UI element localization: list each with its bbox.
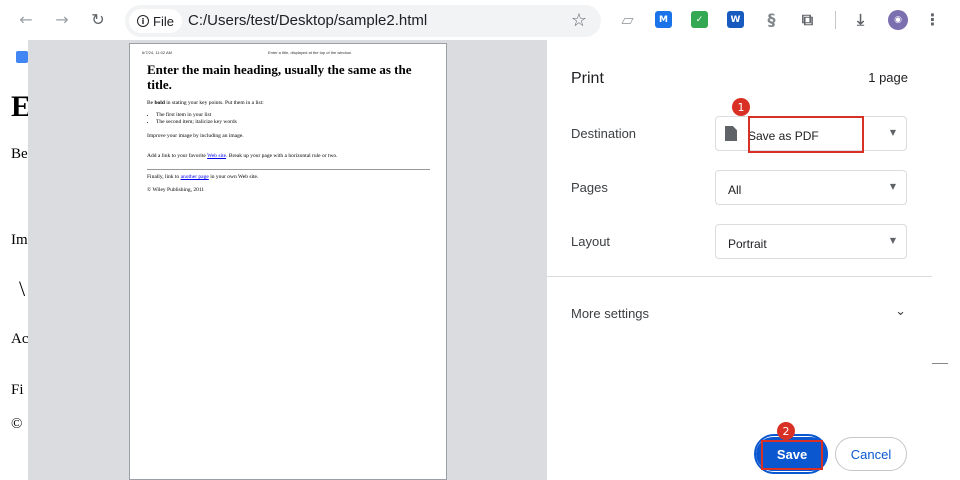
puzzle-extension-icon[interactable]: ⧉: [799, 10, 816, 29]
bg-text-fragment: Be: [11, 146, 28, 162]
chevron-down-icon: ▼: [889, 128, 896, 137]
back-button[interactable]: ←: [14, 8, 38, 32]
preview-paragraph: Be bold in stating your key points. Put …: [147, 100, 264, 106]
bg-text-fragment: ©: [11, 416, 23, 432]
preview-header-date: 6/7/24, 11:02 AM: [142, 50, 172, 55]
chevron-down-icon: ▼: [889, 182, 896, 191]
m-extension-icon[interactable]: M: [655, 11, 672, 28]
bg-image-fragment: \: [19, 276, 26, 301]
eraser-extension-icon[interactable]: ▱: [619, 10, 636, 29]
site-info-chip[interactable]: i File: [129, 9, 182, 33]
chevron-down-icon[interactable]: ⌄: [895, 304, 906, 319]
word-extension-icon[interactable]: W: [727, 11, 744, 28]
panel-divider: [547, 276, 932, 277]
check-extension-icon[interactable]: ✓: [691, 11, 708, 28]
pages-value: All: [728, 183, 742, 197]
print-title: Print: [571, 70, 604, 87]
preview-header-title: Enter a title, displayed at the top of t…: [268, 50, 352, 55]
pdf-file-icon: [725, 126, 737, 141]
menu-kebab-icon[interactable]: ⋮: [924, 10, 941, 29]
preview-page: 6/7/24, 11:02 AM Enter a title, displaye…: [129, 43, 447, 480]
forward-button[interactable]: →: [50, 8, 74, 32]
destination-highlight-box: [748, 116, 864, 153]
print-dialog: 6/7/24, 11:02 AM Enter a title, displaye…: [28, 40, 932, 480]
print-settings-panel: Print 1 page Destination Save as PDF ▼ P…: [547, 40, 932, 480]
save-highlight-box: [761, 440, 823, 470]
toolbar-divider: [835, 11, 836, 29]
preview-heading: Enter the main heading, usually the same…: [147, 62, 412, 92]
layout-value: Portrait: [728, 237, 767, 251]
layout-select[interactable]: Portrait ▼: [715, 224, 907, 259]
step-badge-1: 1: [732, 98, 750, 116]
pages-select[interactable]: All ▼: [715, 170, 907, 205]
bookmark-favicon-icon: [16, 51, 28, 63]
preview-list: The first item in your list The second i…: [156, 112, 237, 126]
bg-text-fragment: Ac: [11, 331, 29, 347]
page-count: 1 page: [868, 70, 908, 85]
pages-label: Pages: [571, 180, 608, 195]
preview-paragraph: Improve your image by including an image…: [147, 133, 244, 139]
preview-paragraph: Add a link to your favorite Web site. Br…: [147, 153, 338, 159]
info-icon: i: [137, 15, 149, 27]
preview-list-item: The first item in your list: [156, 112, 237, 119]
more-settings-toggle[interactable]: More settings: [571, 306, 649, 321]
chevron-down-icon: ▼: [889, 236, 896, 245]
bg-horizontal-rule: [930, 363, 948, 364]
bg-text-fragment: Fi: [11, 382, 24, 398]
step-badge-2: 2: [777, 422, 795, 440]
browser-toolbar: ← → ↻ i File C:/Users/test/Desktop/sampl…: [0, 0, 960, 40]
profile-avatar-icon[interactable]: ◉: [888, 10, 908, 30]
preview-paragraph: Finally, link to another page in your ow…: [147, 174, 259, 180]
cancel-button[interactable]: Cancel: [835, 437, 907, 471]
url-text[interactable]: C:/Users/test/Desktop/sample2.html: [188, 12, 427, 29]
reload-button[interactable]: ↻: [86, 8, 110, 32]
bookmark-star-icon[interactable]: ☆: [571, 10, 587, 31]
download-icon[interactable]: ⤓: [852, 10, 869, 29]
print-preview-area: 6/7/24, 11:02 AM Enter a title, displaye…: [28, 40, 547, 480]
preview-list-item: The second item; italicize key words: [156, 119, 237, 126]
swirl-extension-icon[interactable]: §: [763, 10, 780, 29]
address-bar[interactable]: i File C:/Users/test/Desktop/sample2.htm…: [125, 5, 601, 37]
layout-label: Layout: [571, 234, 611, 249]
site-info-label: File: [153, 13, 174, 29]
preview-copyright: © Wiley Publishing, 2011: [147, 187, 205, 193]
preview-horizontal-rule: [147, 169, 430, 170]
bg-text-fragment: Im: [11, 232, 28, 248]
destination-label: Destination: [571, 126, 637, 141]
